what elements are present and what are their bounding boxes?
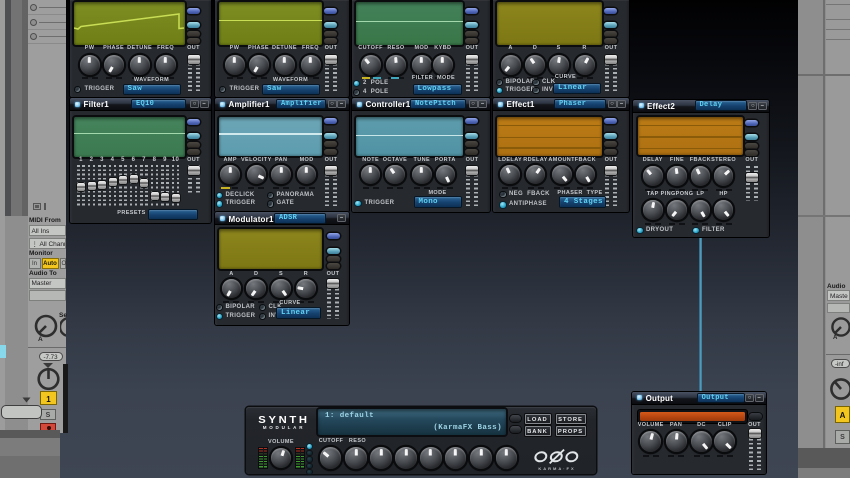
svg-text:A: A <box>833 335 838 340</box>
svg-text:A: A <box>38 336 43 343</box>
